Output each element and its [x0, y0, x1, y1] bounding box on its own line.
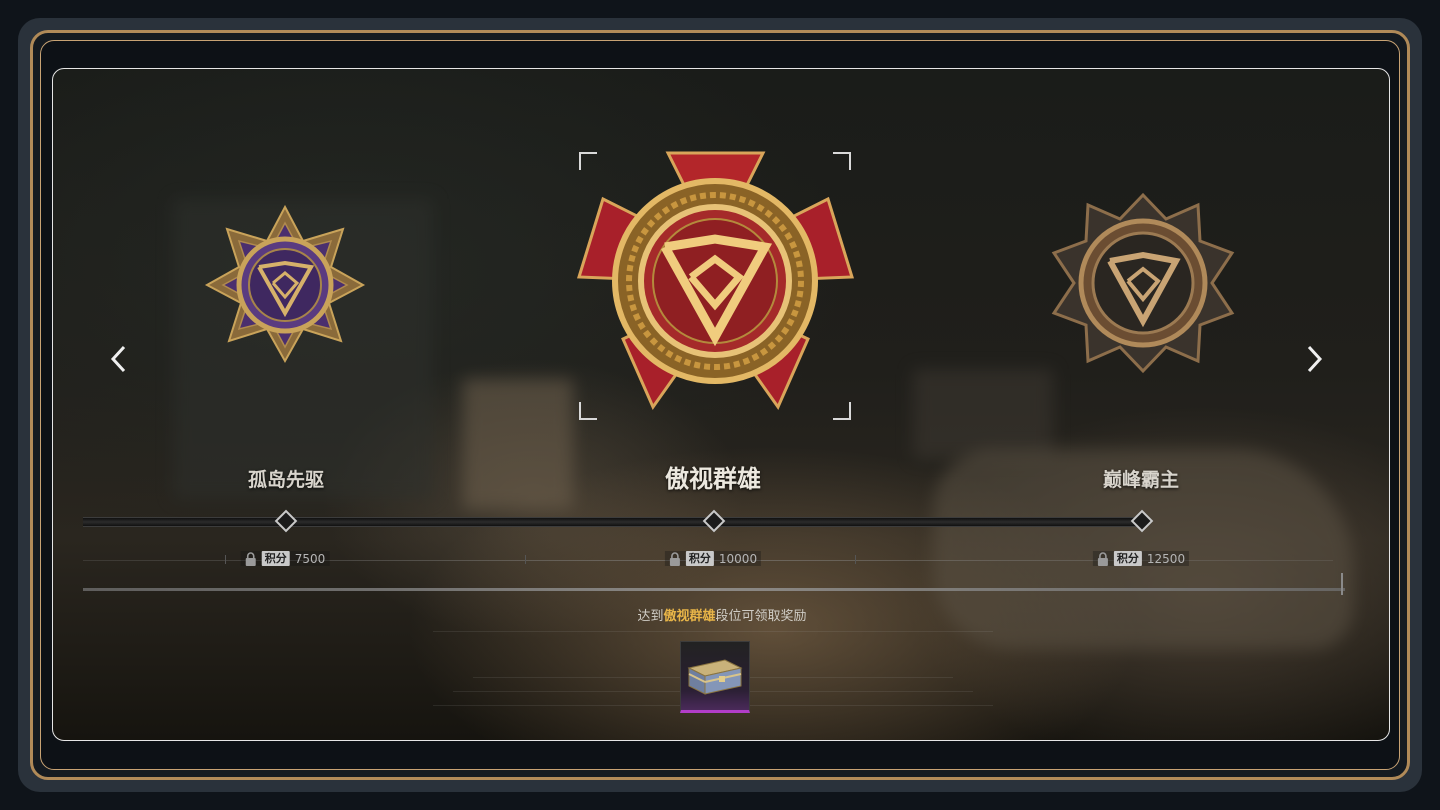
next-tier-button[interactable]: [1296, 341, 1332, 377]
background-crate: [463, 379, 573, 509]
divider-end: [1341, 573, 1343, 595]
score-value: 7500: [294, 551, 326, 566]
tier-name-selected: 傲视群雄: [665, 465, 761, 493]
score-tick: [525, 555, 526, 564]
score-tick: [225, 555, 226, 564]
score-requirement: 积分 12500: [1092, 551, 1190, 566]
treasure-chest-icon: [687, 659, 743, 695]
lock-icon: [245, 551, 256, 566]
reward-item-slot[interactable]: [680, 641, 750, 713]
medal-pioneer-icon[interactable]: [203, 201, 368, 366]
rank-reward-screen: 孤岛先驱 傲视群雄 巅峰霸主 积分 7500 积分 10000 积分 12500: [52, 68, 1390, 741]
score-label: 积分: [1113, 551, 1142, 566]
hint-suffix: 段位可领取奖励: [715, 609, 807, 624]
prev-tier-button[interactable]: [101, 341, 137, 377]
decor-line: [433, 631, 993, 632]
tier-node: [274, 509, 298, 533]
tier-node: [702, 509, 726, 533]
chevron-left-icon: [110, 345, 126, 373]
medal-overlord-icon[interactable]: [1048, 191, 1238, 376]
score-value: 12500: [1146, 551, 1186, 566]
score-label: 积分: [685, 551, 714, 566]
lock-icon: [669, 551, 680, 566]
tier-progress-track: [83, 517, 1143, 527]
background-crate: [913, 369, 1053, 459]
score-tick: [855, 555, 856, 564]
lock-icon: [1097, 551, 1108, 566]
tier-name: 巅峰霸主: [1102, 469, 1180, 491]
score-label: 积分: [261, 551, 290, 566]
score-requirement: 积分 7500: [240, 551, 330, 566]
hint-prefix: 达到: [637, 609, 664, 624]
selection-corner: [579, 402, 597, 420]
reward-hint: 达到傲视群雄段位可领取奖励: [53, 605, 1389, 624]
divider-line: [83, 588, 1345, 591]
score-requirement: 积分 10000: [664, 551, 762, 566]
selection-corner: [833, 152, 851, 170]
chevron-right-icon: [1307, 345, 1323, 373]
tier-name: 孤岛先驱: [247, 469, 325, 491]
medal-dominator-icon[interactable]: [573, 149, 858, 414]
selection-corner: [833, 402, 851, 420]
score-value: 10000: [718, 551, 758, 566]
selection-corner: [579, 152, 597, 170]
hint-highlight: 傲视群雄: [663, 609, 716, 624]
